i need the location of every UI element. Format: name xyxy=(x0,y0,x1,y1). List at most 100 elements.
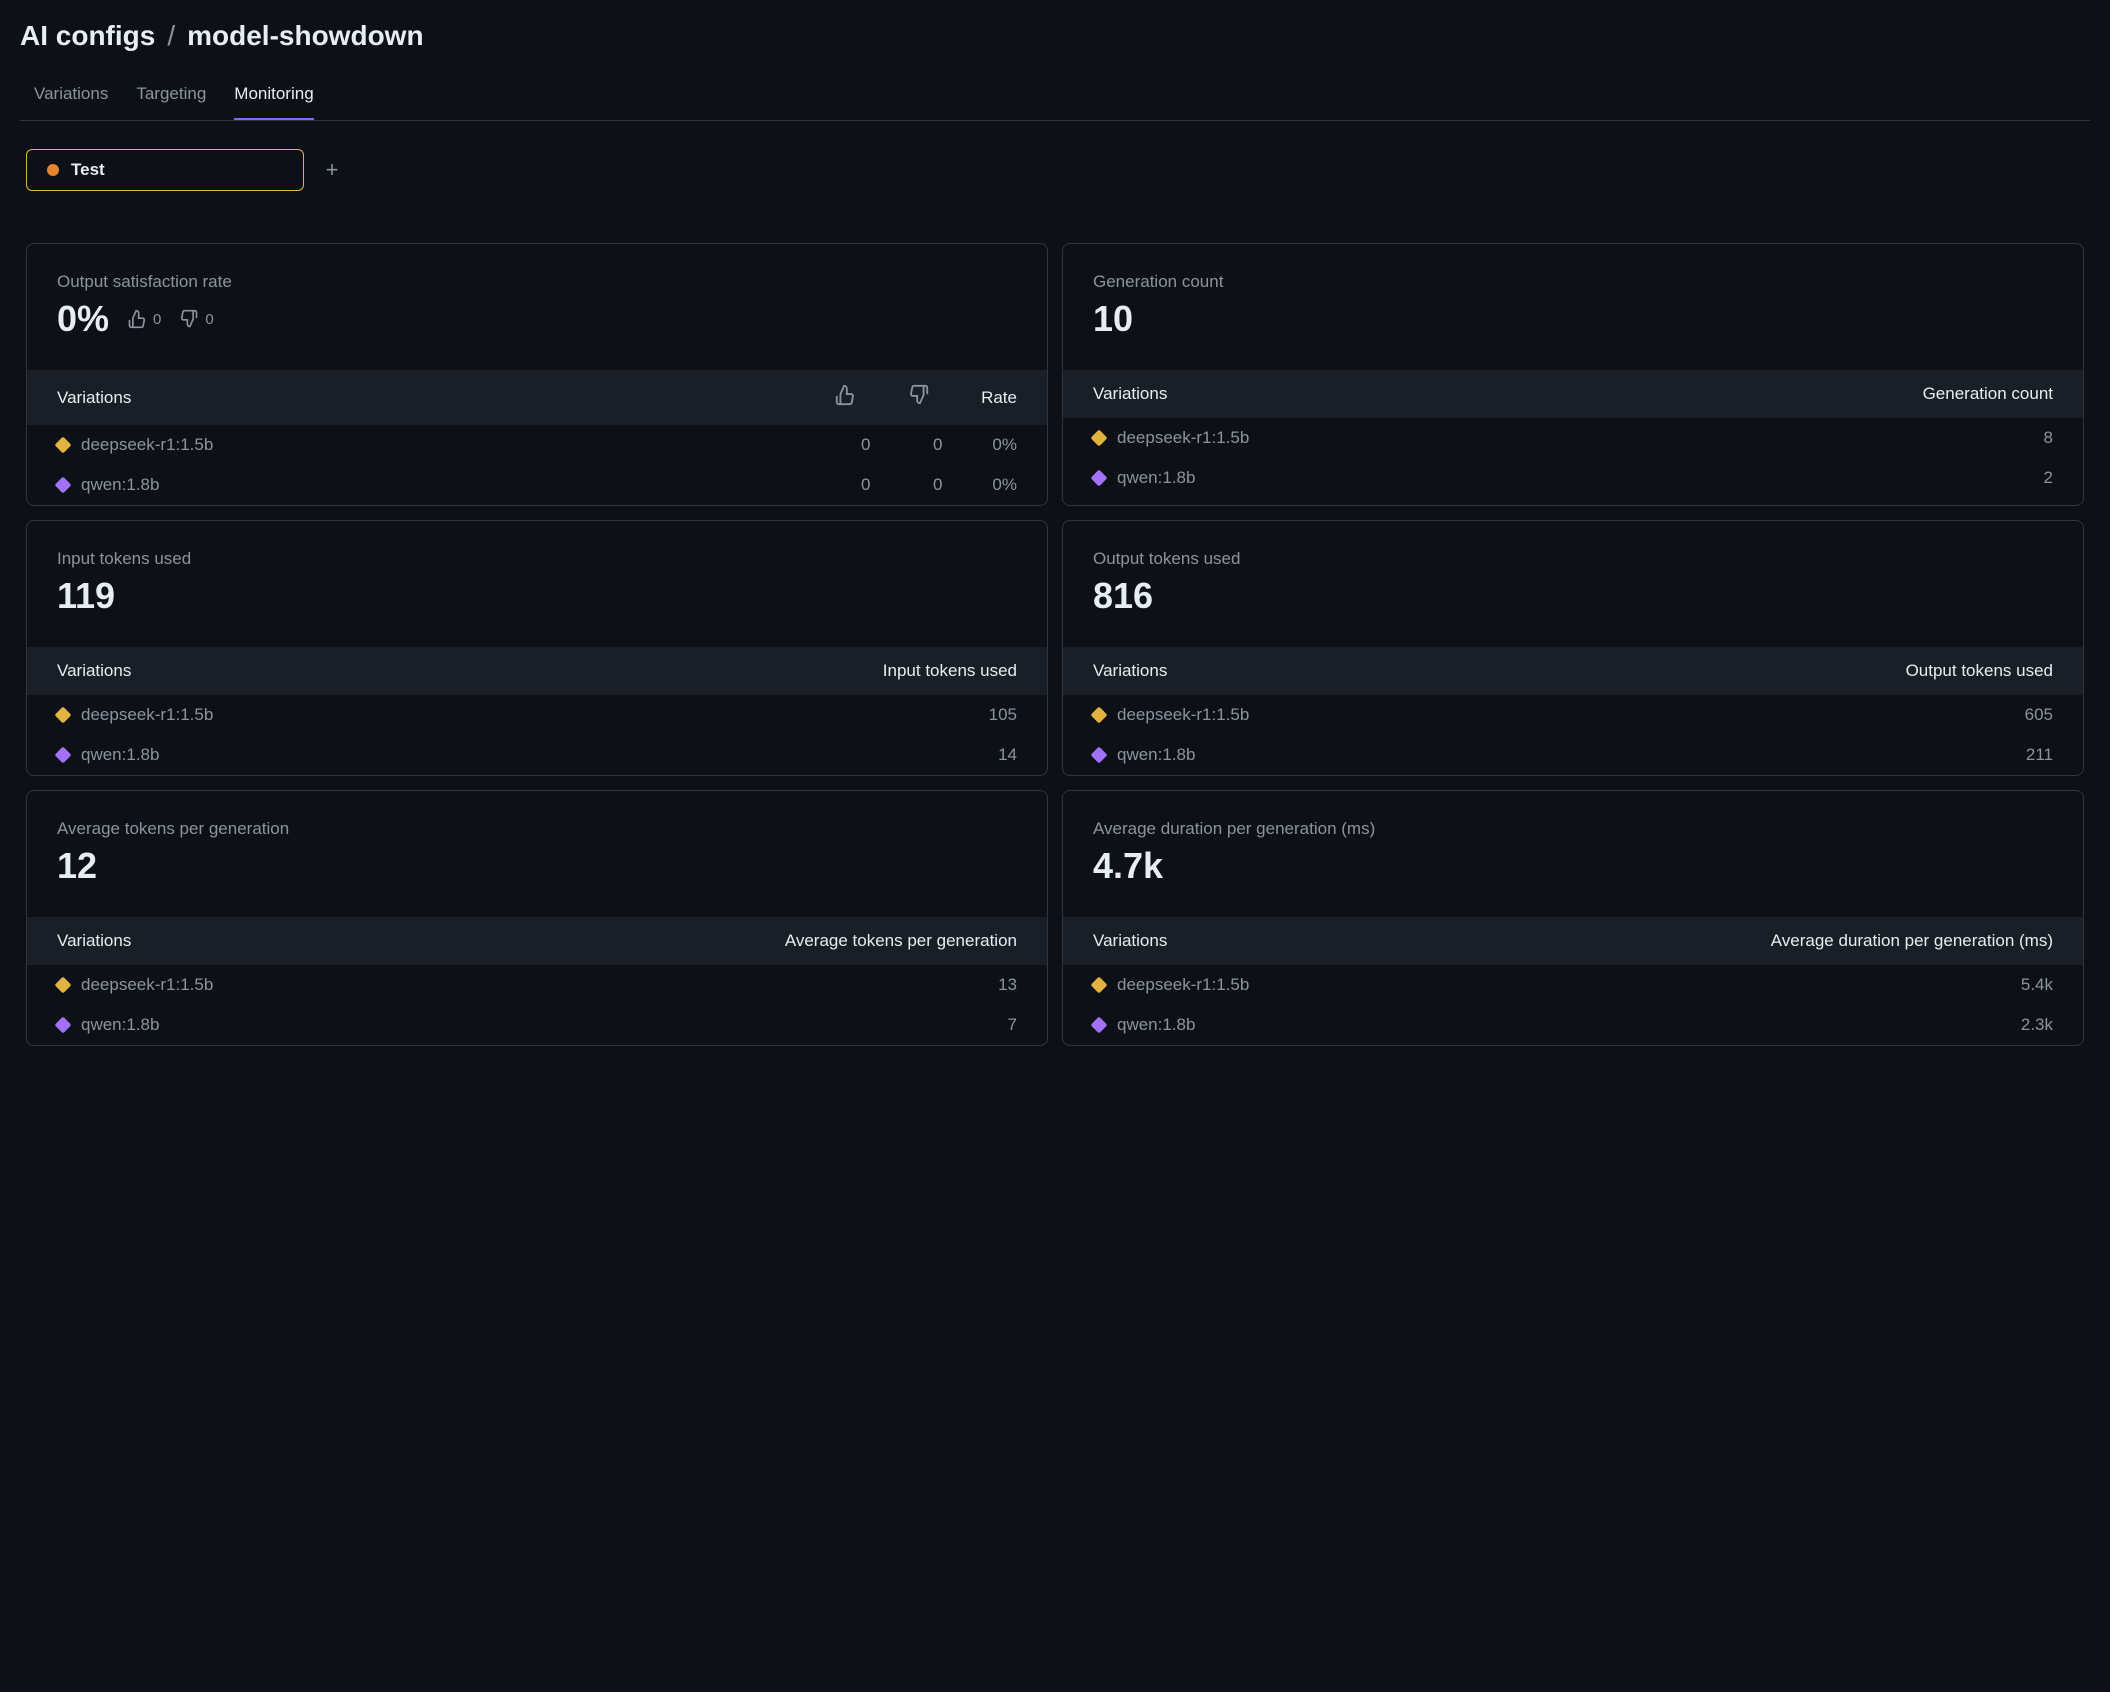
card-title: Output satisfaction rate xyxy=(57,272,1017,292)
card-value: 12 xyxy=(57,845,1017,887)
variation-name: deepseek-r1:1.5b xyxy=(1117,975,1249,995)
table-header: Variations Average tokens per generation xyxy=(27,917,1047,965)
col-variations: Variations xyxy=(1093,661,1167,681)
variation-name: qwen:1.8b xyxy=(81,1015,159,1035)
thumbs-up-stat: 0 xyxy=(127,309,161,329)
environment-row: Test + xyxy=(20,149,2090,191)
cell-up: 0 xyxy=(848,435,870,455)
breadcrumb-leaf: model-showdown xyxy=(187,20,423,52)
cell-value: 2.3k xyxy=(2021,1015,2053,1035)
cell-value: 13 xyxy=(998,975,1017,995)
col-metric: Output tokens used xyxy=(1906,661,2053,681)
table-row: deepseek-r1:1.5b 105 xyxy=(27,695,1047,735)
tab-variations[interactable]: Variations xyxy=(34,76,108,120)
table-row: deepseek-r1:1.5b 0 0 0% xyxy=(27,425,1047,465)
variation-name: qwen:1.8b xyxy=(1117,468,1195,488)
variation-name: deepseek-r1:1.5b xyxy=(1117,428,1249,448)
variation-name: qwen:1.8b xyxy=(1117,1015,1195,1035)
col-variations: Variations xyxy=(57,388,131,408)
col-variations: Variations xyxy=(57,661,131,681)
col-variations: Variations xyxy=(57,931,131,951)
table-row: deepseek-r1:1.5b 605 xyxy=(1063,695,2083,735)
environment-label: Test xyxy=(71,160,105,180)
variation-color-icon xyxy=(1091,977,1108,994)
variation-name: deepseek-r1:1.5b xyxy=(1117,705,1249,725)
table-row: qwen:1.8b 2 xyxy=(1063,458,2083,498)
variation-name: deepseek-r1:1.5b xyxy=(81,435,213,455)
card-avg-duration: Average duration per generation (ms) 4.7… xyxy=(1062,790,2084,1046)
col-variations: Variations xyxy=(1093,384,1167,404)
card-value: 10 xyxy=(1093,298,2053,340)
col-metric: Average tokens per generation xyxy=(785,931,1017,951)
col-metric: Input tokens used xyxy=(883,661,1017,681)
cell-value: 211 xyxy=(2026,745,2053,765)
variation-color-icon xyxy=(55,437,72,454)
variation-color-icon xyxy=(1091,707,1108,724)
card-title: Output tokens used xyxy=(1093,549,2053,569)
card-value: 0% xyxy=(57,298,109,340)
cell-value: 5.4k xyxy=(2021,975,2053,995)
variation-color-icon xyxy=(1091,747,1108,764)
environment-dot-icon xyxy=(47,164,59,176)
table-row: deepseek-r1:1.5b 5.4k xyxy=(1063,965,2083,1005)
col-thumbs-down-icon xyxy=(907,384,931,411)
cell-value: 2 xyxy=(2044,468,2053,488)
cell-value: 14 xyxy=(998,745,1017,765)
metrics-grid: Output satisfaction rate 0% 0 0 Variatio… xyxy=(20,243,2090,1046)
card-value: 4.7k xyxy=(1093,845,2053,887)
variation-color-icon xyxy=(1091,470,1108,487)
variation-color-icon xyxy=(55,747,72,764)
table-header: Variations Average duration per generati… xyxy=(1063,917,2083,965)
table-header: Variations Output tokens used xyxy=(1063,647,2083,695)
breadcrumb-root[interactable]: AI configs xyxy=(20,20,155,52)
table-header: Variations Rate xyxy=(27,370,1047,425)
card-value: 816 xyxy=(1093,575,2053,617)
card-title: Average duration per generation (ms) xyxy=(1093,819,2053,839)
card-title: Generation count xyxy=(1093,272,2053,292)
col-thumbs-up-icon xyxy=(833,384,857,411)
thumbs-down-stat: 0 xyxy=(179,309,213,329)
plus-icon: + xyxy=(326,157,339,182)
cell-value: 7 xyxy=(1008,1015,1017,1035)
variation-color-icon xyxy=(55,707,72,724)
table-header: Variations Input tokens used xyxy=(27,647,1047,695)
tab-targeting[interactable]: Targeting xyxy=(136,76,206,120)
card-avg-tokens: Average tokens per generation 12 Variati… xyxy=(26,790,1048,1046)
cell-value: 605 xyxy=(2025,705,2053,725)
card-title: Input tokens used xyxy=(57,549,1017,569)
environment-chip[interactable]: Test xyxy=(26,149,304,191)
cell-value: 105 xyxy=(989,705,1017,725)
table-row: qwen:1.8b 211 xyxy=(1063,735,2083,775)
table-row: deepseek-r1:1.5b 13 xyxy=(27,965,1047,1005)
variation-color-icon xyxy=(55,977,72,994)
cell-down: 0 xyxy=(920,435,942,455)
table-row: qwen:1.8b 000% xyxy=(27,465,1047,505)
breadcrumb-separator: / xyxy=(167,20,175,52)
table-row: deepseek-r1:1.5b 8 xyxy=(1063,418,2083,458)
variation-color-icon xyxy=(1091,1017,1108,1034)
cell-rate: 0% xyxy=(992,435,1017,455)
variation-name: deepseek-r1:1.5b xyxy=(81,705,213,725)
add-environment-button[interactable]: + xyxy=(320,159,344,181)
table-row: qwen:1.8b 2.3k xyxy=(1063,1005,2083,1045)
col-metric: Generation count xyxy=(1923,384,2053,404)
cell-value: 8 xyxy=(2044,428,2053,448)
tab-monitoring[interactable]: Monitoring xyxy=(234,76,313,120)
col-rate: Rate xyxy=(981,388,1017,408)
card-generation-count: Generation count 10 Variations Generatio… xyxy=(1062,243,2084,506)
variation-name: qwen:1.8b xyxy=(1117,745,1195,765)
card-value: 119 xyxy=(57,575,1017,617)
thumbs-down-icon xyxy=(179,309,199,329)
cell-down: 0 xyxy=(920,475,942,495)
col-variations: Variations xyxy=(1093,931,1167,951)
variation-color-icon xyxy=(1091,430,1108,447)
col-metric: Average duration per generation (ms) xyxy=(1771,931,2053,951)
variation-color-icon xyxy=(55,1017,72,1034)
thumbs-up-icon xyxy=(127,309,147,329)
table-header: Variations Generation count xyxy=(1063,370,2083,418)
tabs: Variations Targeting Monitoring xyxy=(20,76,2090,121)
card-input-tokens: Input tokens used 119 Variations Input t… xyxy=(26,520,1048,776)
table-row: qwen:1.8b 14 xyxy=(27,735,1047,775)
variation-name: qwen:1.8b xyxy=(81,475,159,495)
variation-color-icon xyxy=(55,477,72,494)
